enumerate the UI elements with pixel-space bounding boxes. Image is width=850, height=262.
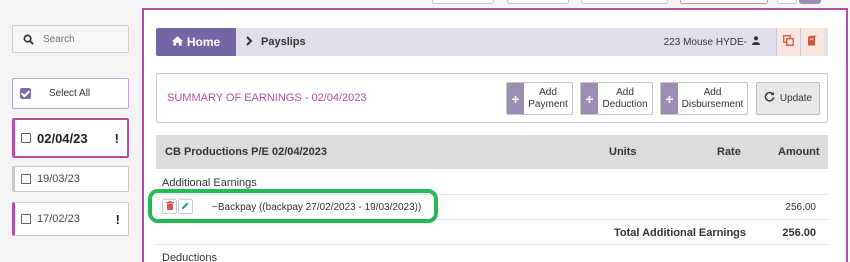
- pencil-icon: [181, 201, 190, 213]
- section-title: Additional Earnings: [162, 177, 257, 189]
- payslip-panel: Home Payslips 223 Mouse HYDE- SUMMARY OF…: [142, 8, 848, 262]
- add-disbursement-button[interactable]: + Add Disbursement: [660, 82, 748, 115]
- table-header: CB Productions P/E 02/04/2023 Units Rate…: [156, 135, 828, 169]
- button-label: Add: [703, 86, 722, 98]
- header-name: CB Productions P/E 02/04/2023: [165, 146, 328, 158]
- button-label: Deduction: [602, 98, 648, 110]
- home-label: Home: [186, 35, 221, 49]
- plus-icon: +: [507, 83, 524, 114]
- summary-title: SUMMARY OF EARNINGS - 02/04/2023: [167, 92, 367, 104]
- period-sidebar: Select All 02/04/23 ! 19/03/23 17/02/23 …: [0, 8, 140, 262]
- copy-button[interactable]: [776, 28, 800, 56]
- period-checkbox[interactable]: [21, 174, 31, 184]
- update-button[interactable]: Update: [756, 82, 820, 115]
- item-amount: 256.00: [785, 202, 816, 213]
- toolbar-button[interactable]: [507, 0, 569, 4]
- period-date: 17/02/23: [37, 213, 80, 225]
- book-button[interactable]: [800, 28, 824, 56]
- breadcrumb: Home Payslips 223 Mouse HYDE-: [156, 28, 828, 56]
- current-employee[interactable]: 223 Mouse HYDE-: [664, 36, 760, 48]
- plus-icon: +: [661, 83, 678, 114]
- refresh-icon: [764, 91, 775, 106]
- toolbar-button[interactable]: [581, 0, 668, 4]
- period-item[interactable]: 19/03/23: [12, 166, 129, 192]
- select-all-checkbox[interactable]: [20, 88, 31, 99]
- button-label: Disbursement: [681, 98, 744, 110]
- header-amount: Amount: [778, 146, 820, 158]
- copy-icon: [783, 35, 794, 49]
- period-item[interactable]: 17/02/23 !: [12, 202, 129, 236]
- button-label: Add: [616, 86, 634, 98]
- top-toolbar-strip: [0, 0, 850, 8]
- header-rate: Rate: [717, 146, 741, 158]
- search-input[interactable]: [43, 33, 123, 45]
- search-box: [12, 25, 129, 53]
- total-label: Total Additional Earnings: [614, 227, 746, 239]
- total-row: Total Additional Earnings 256.00: [156, 221, 828, 245]
- toolbar-button[interactable]: [799, 0, 821, 4]
- section-title: Deductions: [162, 252, 218, 262]
- header-units: Units: [609, 146, 637, 158]
- search-icon: [13, 26, 43, 52]
- delete-button[interactable]: [162, 199, 177, 214]
- breadcrumb-current: Payslips: [261, 36, 306, 48]
- home-icon: [171, 35, 183, 49]
- trash-icon: [165, 200, 174, 213]
- button-label: Update: [779, 92, 813, 104]
- section-row: Deductions: [156, 246, 828, 262]
- period-item[interactable]: 02/04/23 !: [12, 118, 129, 158]
- button-label: Payment: [528, 98, 568, 110]
- plus-icon: +: [581, 83, 598, 114]
- warning-icon: !: [114, 130, 119, 146]
- user-icon: [752, 36, 760, 48]
- select-all-button[interactable]: Select All: [12, 78, 129, 109]
- toolbar-button[interactable]: [680, 0, 768, 4]
- earnings-summary-bar: SUMMARY OF EARNINGS - 02/04/2023 + Add P…: [156, 73, 828, 123]
- table-row: ~Backpay ((backpay 27/02/2023 - 19/03/20…: [156, 196, 828, 220]
- period-date: 19/03/23: [37, 173, 80, 185]
- warning-icon: !: [115, 211, 120, 227]
- period-checkbox[interactable]: [21, 133, 31, 143]
- toolbar-button[interactable]: [432, 0, 494, 4]
- period-checkbox[interactable]: [21, 214, 31, 224]
- chevron-right-icon: [246, 35, 253, 49]
- item-description: ~Backpay ((backpay 27/02/2023 - 19/03/20…: [212, 202, 422, 213]
- period-date: 02/04/23: [37, 130, 88, 146]
- add-deduction-button[interactable]: + Add Deduction: [580, 82, 653, 115]
- section-row: Additional Earnings: [156, 169, 828, 195]
- toolbar-button[interactable]: [777, 0, 797, 4]
- total-amount: 256.00: [782, 227, 816, 239]
- button-label: Add: [539, 86, 557, 98]
- select-all-label: Select All: [49, 88, 91, 99]
- edit-button[interactable]: [178, 199, 193, 214]
- employee-name: 223 Mouse HYDE-: [663, 36, 747, 48]
- home-link[interactable]: Home: [156, 28, 236, 56]
- book-icon: [807, 35, 818, 49]
- add-payment-button[interactable]: + Add Payment: [506, 82, 573, 115]
